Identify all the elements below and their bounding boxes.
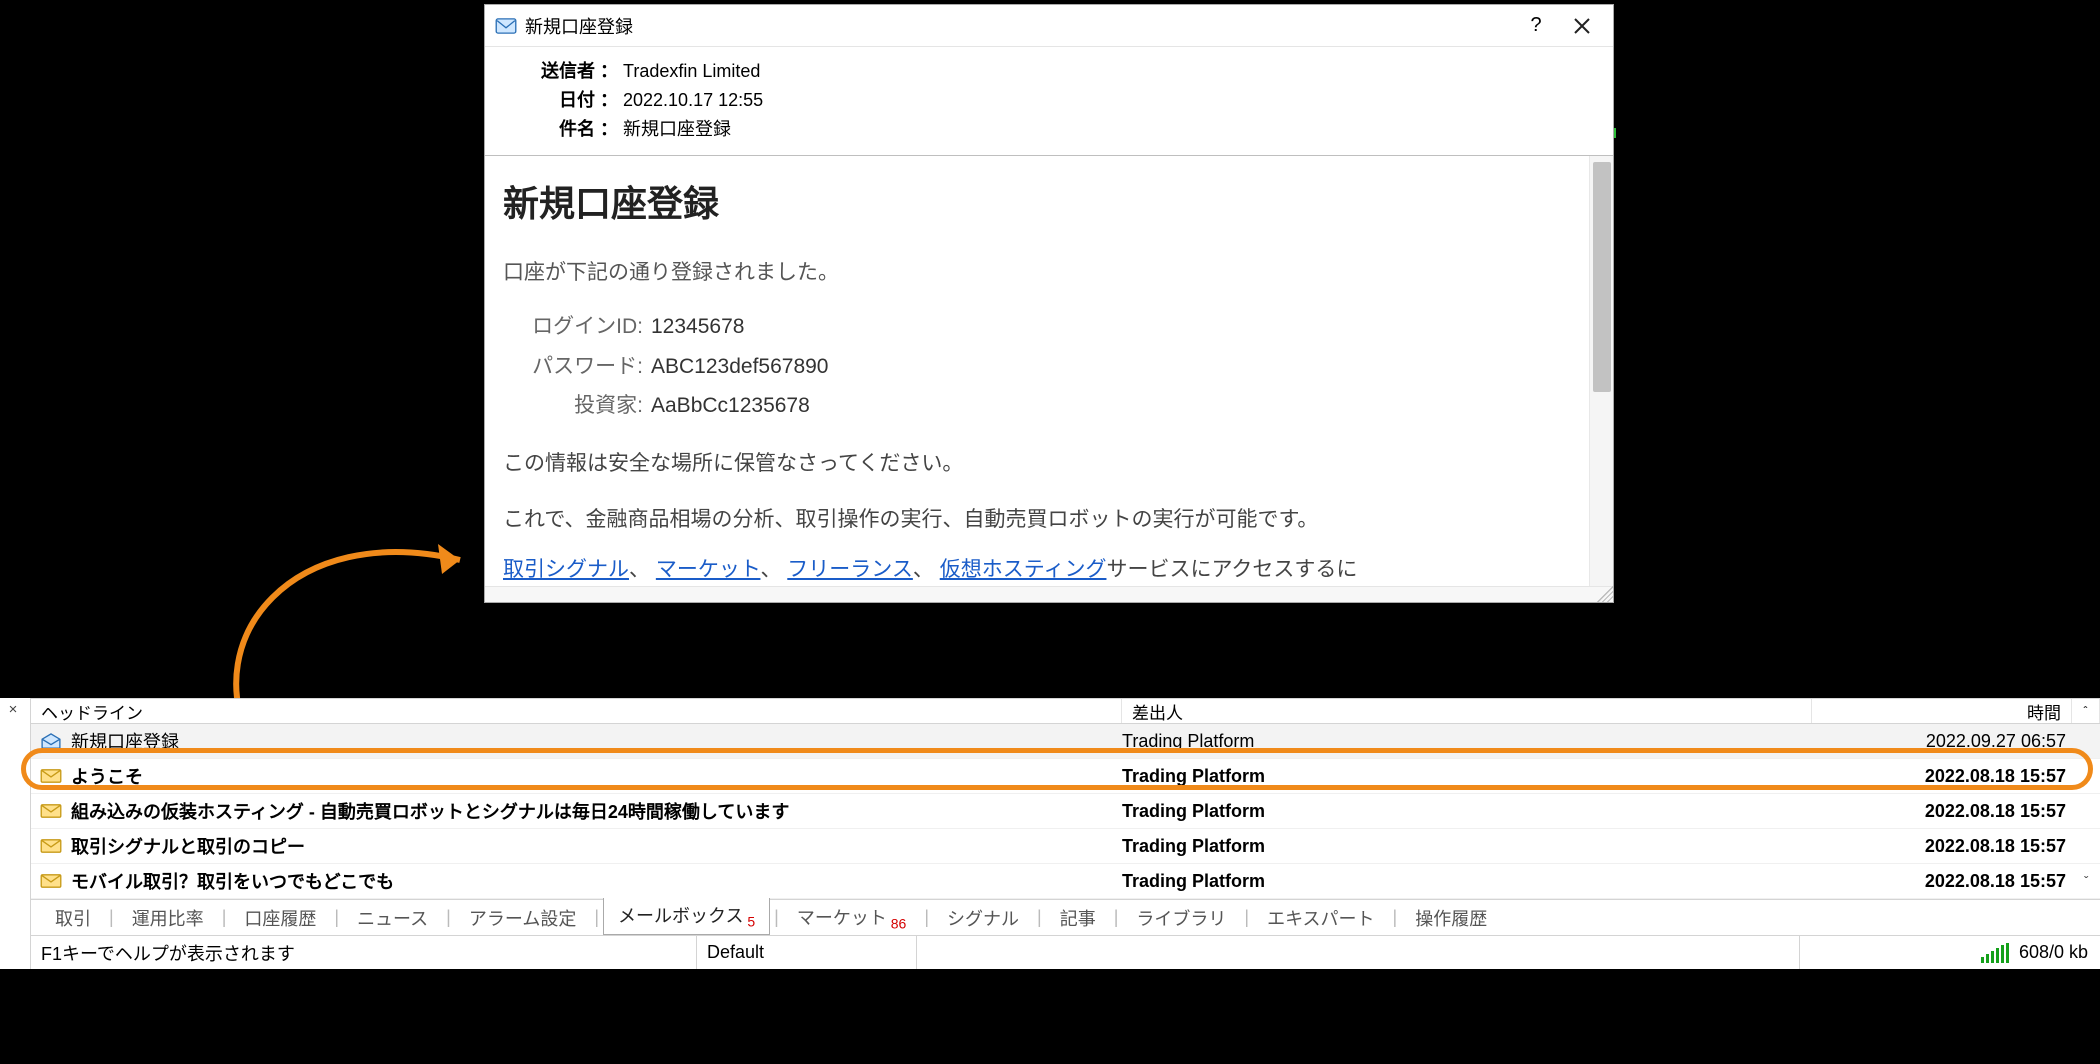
- investor-value: AaBbCc1235678: [643, 386, 810, 426]
- dialog-help-button[interactable]: ?: [1513, 8, 1559, 44]
- mail-row-time: 2022.08.18 15:57: [1812, 836, 2072, 857]
- status-connection[interactable]: 608/0 kb: [1800, 936, 2100, 969]
- dialog-close-button[interactable]: [1559, 8, 1605, 44]
- link-freelance[interactable]: フリーランス: [787, 558, 913, 581]
- link-trading-signal[interactable]: 取引シグナル: [503, 558, 629, 581]
- mail-row-headline: 新規口座登録: [71, 728, 1122, 754]
- connection-bars-icon: [1981, 943, 2009, 963]
- tab-10[interactable]: エキスパート: [1253, 901, 1388, 935]
- mail-list-headers: ヘッドライン 差出人 時間 ˆ: [31, 698, 2100, 724]
- mail-closed-icon: [31, 873, 71, 889]
- mail-body-heading: 新規口座登録: [503, 170, 1571, 238]
- status-traffic: 608/0 kb: [2019, 942, 2088, 963]
- tab-badge: 5: [743, 914, 755, 930]
- terminal-tabs: 取引|運用比率|口座履歴|ニュース|アラーム設定|メールボックス 5|マーケット…: [31, 899, 2100, 935]
- col-scroll-up[interactable]: ˆ: [2072, 699, 2100, 723]
- tab-1[interactable]: 運用比率: [118, 901, 218, 935]
- tab-9[interactable]: ライブラリ: [1122, 901, 1240, 935]
- mail-row-sender: Trading Platform: [1122, 801, 1812, 822]
- tab-badge: 86: [887, 915, 906, 931]
- mail-closed-icon: [31, 838, 71, 854]
- status-profile[interactable]: Default: [697, 936, 917, 969]
- tab-5[interactable]: メールボックス 5: [603, 898, 770, 935]
- tab-4[interactable]: アラーム設定: [455, 901, 590, 935]
- mail-body-note2: これで、金融商品相場の分析、取引操作の実行、自動売買ロボットの実行が可能です。: [503, 500, 1571, 540]
- mail-row[interactable]: 組み込みの仮装ホスティング - 自動売買ロボットとシグナルは毎日24時間稼働して…: [31, 794, 2100, 829]
- mail-body-links: 取引シグナル、 マーケット、 フリーランス、 仮想ホスティングサービスにアクセス…: [503, 550, 1571, 586]
- mail-row-time: 2022.09.27 06:57: [1812, 731, 2072, 752]
- header-date-label: 日付: [505, 86, 595, 115]
- mail-icon: [495, 18, 517, 34]
- link-market[interactable]: マーケット: [656, 558, 761, 581]
- mail-body-intro: 口座が下記の通り登録されました。: [503, 253, 1571, 293]
- links-suffix: サービスにアクセスするに: [1106, 558, 1357, 581]
- scroll-down-icon[interactable]: ˇ: [2072, 874, 2100, 888]
- mail-row-sender: Trading Platform: [1122, 766, 1812, 787]
- investor-label: 投資家:: [503, 386, 643, 426]
- header-date-value: 2022.10.17 12:55: [623, 86, 1593, 115]
- dialog-resize-handle[interactable]: [485, 586, 1613, 602]
- mail-row-headline: 組み込みの仮装ホスティング - 自動売買ロボットとシグナルは毎日24時間稼働して…: [71, 798, 1122, 824]
- tab-0[interactable]: 取引: [41, 901, 105, 935]
- header-sender-value: Tradexfin Limited: [623, 57, 1593, 86]
- mail-row-headline: 取引シグナルと取引のコピー: [71, 833, 1122, 859]
- tab-7[interactable]: シグナル: [933, 901, 1033, 935]
- header-subject-value: 新規口座登録: [623, 115, 1593, 144]
- mail-header: 送信者 ： Tradexfin Limited 日付 ： 2022.10.17 …: [485, 47, 1613, 156]
- mail-row-sender: Trading Platform: [1122, 871, 1812, 892]
- mail-row-time: 2022.08.18 15:57: [1812, 801, 2072, 822]
- mail-row-headline: ようこそ: [71, 763, 1122, 789]
- scrollbar-thumb[interactable]: [1593, 162, 1611, 392]
- mail-row[interactable]: ようこそTrading Platform2022.08.18 15:57: [31, 759, 2100, 794]
- col-headline[interactable]: ヘッドライン: [31, 699, 1122, 723]
- terminal-close-button[interactable]: ×: [4, 700, 22, 718]
- dialog-titlebar[interactable]: 新規口座登録 ?: [485, 5, 1613, 47]
- mail-row-sender: Trading Platform: [1122, 836, 1812, 857]
- mail-dialog: 新規口座登録 ? 送信者 ： Tradexfin Limited 日付 ： 20…: [484, 4, 1614, 603]
- mail-closed-icon: [31, 803, 71, 819]
- col-time[interactable]: 時間: [1812, 699, 2072, 723]
- mail-row-time: 2022.08.18 15:57: [1812, 871, 2072, 892]
- status-bar: F1キーでヘルプが表示されます Default 608/0 kb: [31, 935, 2100, 969]
- col-sender[interactable]: 差出人: [1122, 699, 1812, 723]
- mail-row-time: 2022.08.18 15:57: [1812, 766, 2072, 787]
- dialog-scrollbar[interactable]: [1589, 156, 1613, 586]
- mail-row[interactable]: 取引シグナルと取引のコピーTrading Platform2022.08.18 …: [31, 829, 2100, 864]
- tab-6[interactable]: マーケット 86: [783, 900, 920, 936]
- tab-3[interactable]: ニュース: [343, 901, 442, 935]
- header-sender-label: 送信者: [505, 57, 595, 86]
- login-id-label: ログインID:: [503, 307, 643, 347]
- terminal-panel: × ターミナル ヘッドライン 差出人 時間 ˆ 新規口座登録Trading Pl…: [0, 698, 2100, 969]
- tab-11[interactable]: 操作履歴: [1401, 901, 1501, 935]
- dialog-title: 新規口座登録: [525, 13, 1513, 39]
- status-help-text: F1キーでヘルプが表示されます: [31, 936, 697, 969]
- mail-row-headline: モバイル取引？取引をいつでもどこでも: [71, 868, 1122, 894]
- mail-closed-icon: [31, 768, 71, 784]
- mail-row[interactable]: 新規口座登録Trading Platform2022.09.27 06:57: [31, 724, 2100, 759]
- login-id-value: 12345678: [643, 307, 744, 347]
- link-virtual-hosting[interactable]: 仮想ホスティング: [940, 558, 1107, 581]
- mail-open-icon: [31, 733, 71, 749]
- tab-8[interactable]: 記事: [1046, 901, 1110, 935]
- tab-2[interactable]: 口座履歴: [230, 901, 330, 935]
- mail-row-sender: Trading Platform: [1122, 731, 1812, 752]
- password-label: パスワード:: [503, 347, 643, 387]
- header-subject-label: 件名: [505, 115, 595, 144]
- mail-body-note: この情報は安全な場所に保管なさってください。: [503, 444, 1571, 484]
- mail-body: 新規口座登録 口座が下記の通り登録されました。 ログインID: 12345678…: [485, 156, 1589, 586]
- mail-list: 新規口座登録Trading Platform2022.09.27 06:57よう…: [31, 724, 2100, 899]
- mail-row[interactable]: モバイル取引？取引をいつでもどこでもTrading Platform2022.0…: [31, 864, 2100, 899]
- password-value: ABC123def567890: [643, 347, 829, 387]
